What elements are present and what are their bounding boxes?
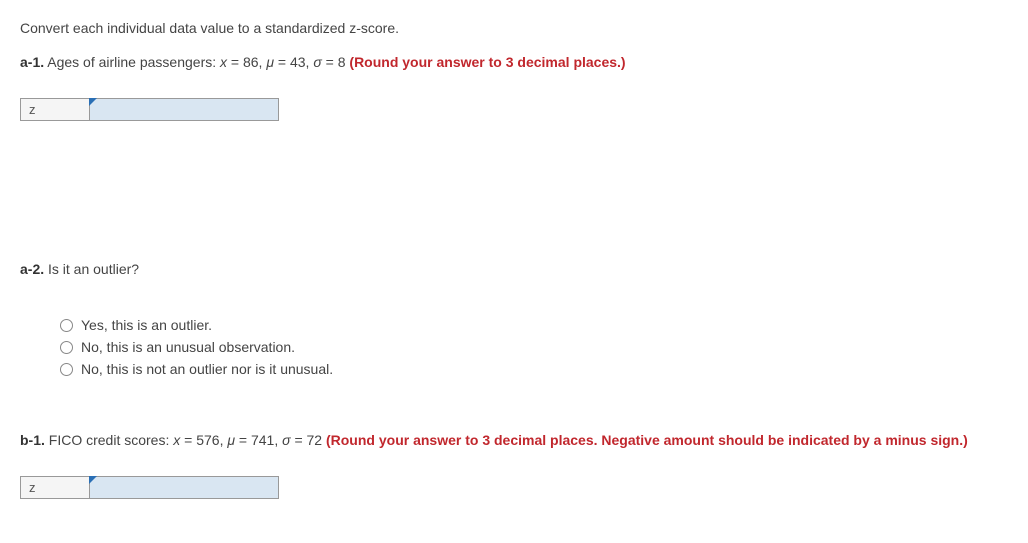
radio-option-2[interactable]: No, this is an unusual observation. [60, 339, 1008, 355]
radio-icon [60, 363, 73, 376]
z-input-b1[interactable] [90, 477, 278, 498]
a1-var-sigma: σ [313, 54, 321, 70]
b1-var-sigma: σ [282, 432, 290, 448]
a2-text: Is it an outlier? [44, 261, 139, 277]
radio-option-1[interactable]: Yes, this is an outlier. [60, 317, 1008, 333]
a1-eq-x: = 86, [227, 54, 266, 70]
radio-label-3: No, this is not an outlier nor is it unu… [81, 361, 333, 377]
a1-hint: (Round your answer to 3 decimal places.) [349, 54, 625, 70]
question-b1: b-1. FICO credit scores: x = 576, μ = 74… [20, 432, 1008, 448]
z-input-a1[interactable] [90, 99, 278, 120]
a1-eq-mu: = 43, [274, 54, 313, 70]
z-input-row-a1: z [20, 98, 1008, 121]
radio-label-1: Yes, this is an outlier. [81, 317, 212, 333]
question-a1: a-1. Ages of airline passengers: x = 86,… [20, 54, 1008, 70]
radio-icon [60, 319, 73, 332]
b1-label: b-1. [20, 432, 45, 448]
a1-var-mu: μ [266, 54, 274, 70]
radio-label-2: No, this is an unusual observation. [81, 339, 295, 355]
b1-eq-x: = 576, [180, 432, 227, 448]
b1-eq-mu: = 741, [235, 432, 282, 448]
a1-var-x: x [220, 54, 227, 70]
a2-label: a-2. [20, 261, 44, 277]
a1-text-before: Ages of airline passengers: [44, 54, 220, 70]
radio-group-a2: Yes, this is an outlier. No, this is an … [20, 317, 1008, 377]
z-input-row-b1: z [20, 476, 1008, 499]
z-input-cell-a1 [90, 98, 279, 121]
z-label-b1: z [20, 476, 90, 499]
a1-label: a-1. [20, 54, 44, 70]
question-a2: a-2. Is it an outlier? [20, 261, 1008, 277]
b1-text-before: FICO credit scores: [45, 432, 173, 448]
b1-hint: (Round your answer to 3 decimal places. … [326, 432, 968, 448]
radio-option-3[interactable]: No, this is not an outlier nor is it unu… [60, 361, 1008, 377]
b1-var-mu: μ [227, 432, 235, 448]
b1-eq-sigma: = 72 [291, 432, 326, 448]
z-label-a1: z [20, 98, 90, 121]
instruction-text: Convert each individual data value to a … [20, 20, 1008, 36]
z-input-cell-b1 [90, 476, 279, 499]
a1-eq-sigma: = 8 [322, 54, 350, 70]
radio-icon [60, 341, 73, 354]
